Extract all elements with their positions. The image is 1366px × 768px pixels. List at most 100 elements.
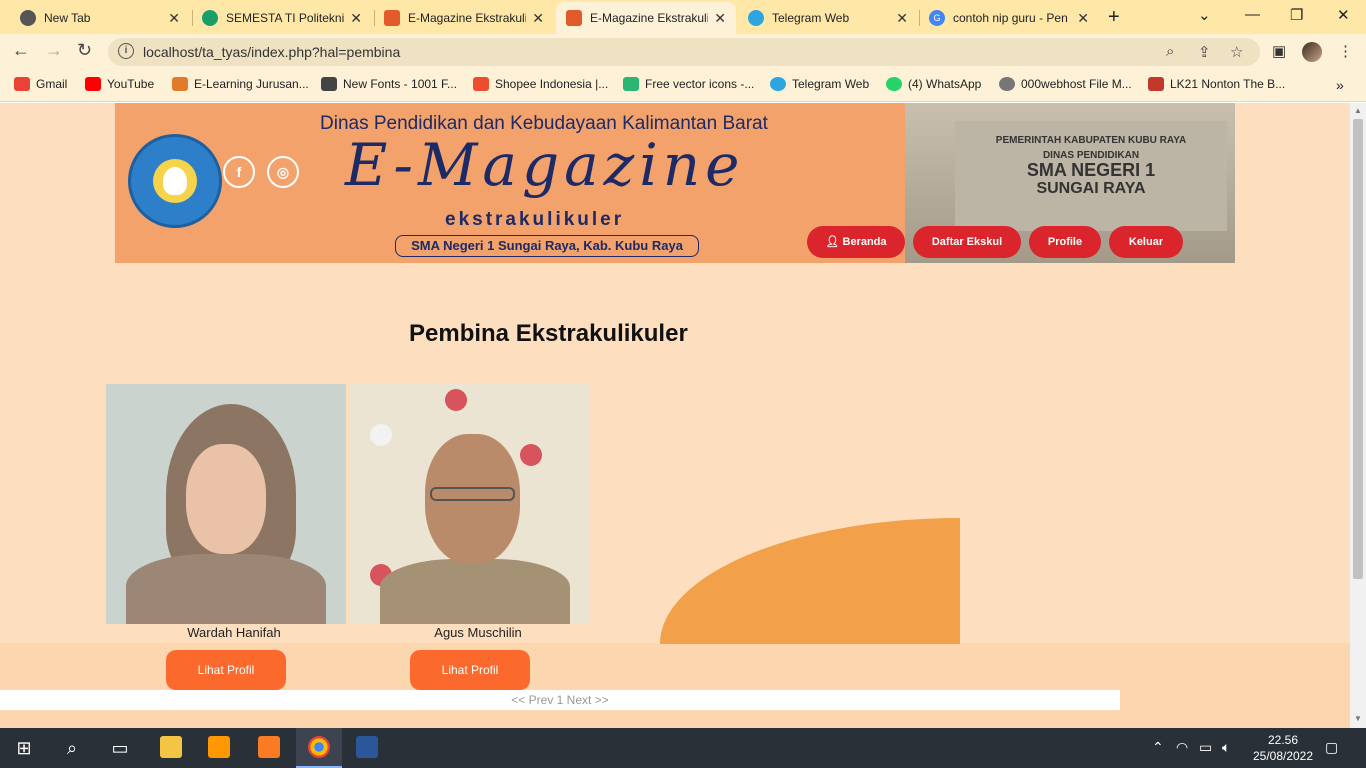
webhost-icon (999, 77, 1015, 91)
browser-toolbar: ← → ↻ i localhost/ta_tyas/index.php?hal=… (0, 34, 1366, 70)
tut-wuri-handayani-logo (128, 134, 222, 228)
tab-new-tab[interactable]: New Tab ✕ (10, 2, 190, 34)
tab-google-search[interactable]: G contoh nip guru - Pen ✕ (919, 2, 1099, 34)
lihat-profil-button[interactable]: Lihat Profil (410, 650, 530, 690)
new-tab-button[interactable]: + (1108, 6, 1120, 29)
scroll-up-icon[interactable]: ▲ (1354, 106, 1362, 115)
volume-icon[interactable]: 🔈︎ (1222, 739, 1230, 756)
lk21-icon (1148, 77, 1164, 91)
bookmark-youtube[interactable]: YouTube (85, 77, 154, 91)
page-scrollbar[interactable]: ▲ ▼ (1350, 103, 1366, 728)
profile-avatar[interactable] (1302, 42, 1322, 62)
close-tab-icon[interactable]: ✕ (168, 10, 180, 27)
chrome-icon[interactable] (308, 736, 330, 758)
xampp-icon[interactable] (258, 736, 280, 758)
scrollbar-thumb[interactable] (1353, 119, 1363, 579)
share-icon[interactable]: ⇪ (1198, 43, 1211, 61)
notifications-icon[interactable]: ▢ (1325, 739, 1338, 756)
bookmark-free-vector[interactable]: Free vector icons -... (623, 77, 754, 91)
banner-subtitle: ekstrakulikuler (445, 209, 625, 230)
vector-icon (623, 77, 639, 91)
bookmark-new-fonts[interactable]: New Fonts - 1001 F... (321, 77, 457, 91)
bookmark-whatsapp[interactable]: (4) WhatsApp (886, 77, 981, 91)
tab-emagazine-1[interactable]: E-Magazine Ekstrakuli ✕ (374, 2, 554, 34)
close-tab-icon[interactable]: ✕ (532, 10, 544, 27)
chrome-icon (20, 10, 36, 26)
gmail-icon (14, 77, 30, 91)
xampp-icon (384, 10, 400, 26)
tab-search-icon[interactable]: ⌄ (1198, 6, 1211, 24)
pembina-photo (106, 384, 346, 624)
google-icon: G (929, 10, 945, 26)
whatsapp-icon (886, 77, 902, 91)
task-view-icon[interactable]: ▭ (108, 736, 132, 760)
close-tab-icon[interactable]: ✕ (896, 10, 908, 27)
pagination[interactable]: << Prev 1 Next >> (0, 690, 1120, 710)
more-bookmarks-icon[interactable]: » (1336, 77, 1344, 93)
xampp-icon (566, 10, 582, 26)
bookmarks-bar: Gmail YouTube E-Learning Jurusan... New … (0, 70, 1366, 102)
tray-overflow-icon[interactable]: ⌃ (1152, 739, 1164, 756)
bookmark-000webhost[interactable]: 000webhost File M... (999, 77, 1132, 91)
bookmark-elearning[interactable]: E-Learning Jurusan... (172, 77, 309, 91)
facebook-icon[interactable]: f (223, 156, 255, 188)
bookmark-shopee[interactable]: Shopee Indonesia |... (473, 77, 608, 91)
tab-telegram[interactable]: Telegram Web ✕ (738, 2, 918, 34)
nav-daftar-ekskul[interactable]: Daftar Ekskul (913, 226, 1021, 258)
nav-profile[interactable]: Profile (1029, 226, 1101, 258)
pembina-name: Wardah Hanifah (187, 625, 281, 640)
nav-beranda[interactable]: 👤︎ Beranda (807, 226, 905, 258)
site-info-icon[interactable]: i (118, 43, 134, 59)
back-icon[interactable]: ← (12, 40, 30, 61)
page-title: Pembina Ekstrakulikuler (409, 320, 688, 347)
bookmark-star-icon[interactable]: ☆ (1230, 43, 1243, 61)
windows-taskbar: ⊞ ⌕ ▭ ⌃ ◠ ▭ 🔈︎ 22.56 25/08/2022 ▢ (0, 728, 1366, 768)
close-tab-icon[interactable]: ✕ (350, 10, 362, 27)
system-clock[interactable]: 22.56 25/08/2022 (1248, 732, 1318, 764)
school-sign: PEMERINTAH KABUPATEN KUBU RAYA DINAS PEND… (955, 121, 1227, 231)
menu-kebab-icon[interactable]: ⋮ (1338, 42, 1353, 60)
semesta-favicon-icon (202, 10, 218, 26)
reload-icon[interactable]: ↻ (77, 40, 92, 61)
telegram-icon (770, 77, 786, 91)
banner-title: E-Magazine (345, 131, 745, 199)
scroll-down-icon[interactable]: ▼ (1354, 714, 1362, 723)
minimize-icon[interactable]: — (1245, 6, 1260, 23)
user-icon: 👤︎ (825, 236, 843, 248)
web-page: PEMERINTAH KABUPATEN KUBU RAYA DINAS PEND… (0, 103, 1350, 728)
elearning-icon (172, 77, 188, 91)
background-orange-shape (660, 518, 960, 644)
forward-icon[interactable]: → (45, 40, 63, 61)
banner-school: SMA Negeri 1 Sungai Raya, Kab. Kubu Raya (395, 235, 699, 257)
word-icon[interactable] (356, 736, 378, 758)
header-banner: PEMERINTAH KABUPATEN KUBU RAYA DINAS PEND… (115, 103, 1235, 263)
battery-icon[interactable]: ▭ (1199, 739, 1212, 756)
lihat-profil-button[interactable]: Lihat Profil (166, 650, 286, 690)
windows-start-icon[interactable]: ⊞ (12, 736, 36, 760)
zoom-icon[interactable]: ⌕ (1166, 43, 1174, 60)
pembina-name: Agus Muschilin (434, 625, 522, 640)
instagram-icon[interactable]: ◎ (267, 156, 299, 188)
fonts-icon (321, 77, 337, 91)
shopee-icon (473, 77, 489, 91)
nav-keluar[interactable]: Keluar (1109, 226, 1183, 258)
bookmark-telegram[interactable]: Telegram Web (770, 77, 869, 91)
close-tab-icon[interactable]: ✕ (1077, 10, 1089, 27)
restore-icon[interactable]: ❐ (1290, 6, 1303, 24)
wifi-icon[interactable]: ◠ (1176, 739, 1188, 756)
close-window-icon[interactable]: ✕ (1337, 6, 1350, 24)
search-icon[interactable]: ⌕ (60, 736, 84, 760)
tab-strip: New Tab ✕ SEMESTA TI Politeknik ✕ E-Maga… (0, 0, 1366, 34)
url-text[interactable]: localhost/ta_tyas/index.php?hal=pembina (143, 44, 400, 60)
sublime-text-icon[interactable] (208, 736, 230, 758)
telegram-icon (748, 10, 764, 26)
close-tab-icon[interactable]: ✕ (714, 10, 726, 27)
tab-semesta[interactable]: SEMESTA TI Politeknik ✕ (192, 2, 372, 34)
address-bar[interactable]: i localhost/ta_tyas/index.php?hal=pembin… (108, 38, 1260, 66)
tab-emagazine-active[interactable]: E-Magazine Ekstrakuli ✕ (556, 2, 736, 34)
youtube-icon (85, 77, 101, 91)
side-panel-icon[interactable]: ▣ (1272, 42, 1286, 60)
bookmark-gmail[interactable]: Gmail (14, 77, 67, 91)
file-explorer-icon[interactable] (160, 736, 182, 758)
bookmark-lk21[interactable]: LK21 Nonton The B... (1148, 77, 1285, 91)
